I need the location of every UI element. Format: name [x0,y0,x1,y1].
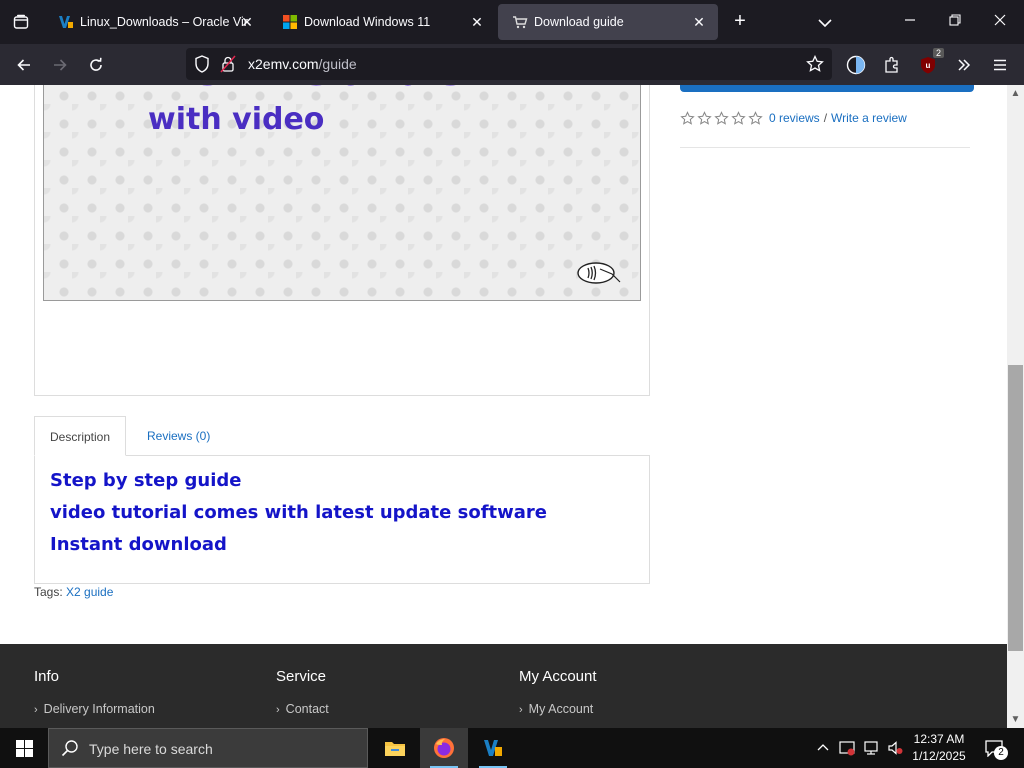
footer-heading: Service [276,668,327,685]
image-title-line1: New Guide [144,85,468,98]
tab-reviews[interactable]: Reviews (0) [132,416,225,456]
tab-download-guide[interactable]: Download guide ✕ [498,4,718,40]
notifications-icon[interactable]: 2 [980,728,1008,768]
bookmark-star-icon[interactable] [806,54,824,78]
product-image-frame: New Guide with video [34,85,650,396]
chevron-down-icon[interactable] [814,12,836,34]
tab-list-icon[interactable] [0,0,42,44]
star-empty-icon [697,110,712,125]
tab-description[interactable]: Description [34,416,127,456]
description-line: Instant download [50,534,227,555]
chevron-right-icon: › [276,704,280,716]
windows-logo-icon [282,14,298,30]
write-review-link[interactable]: Write a review [831,111,907,125]
search-placeholder: Type here to search [89,741,213,757]
virtualbox-taskbar-icon[interactable] [469,728,517,768]
search-icon [61,739,79,762]
tags-label: Tags: [34,585,63,599]
footer-column-account: My Account › My Account [519,668,597,716]
image-title-line2: with video [148,102,325,137]
add-to-cart-button[interactable] [680,85,974,92]
footer-link-contact[interactable]: › Contact [276,702,329,716]
star-empty-icon [714,110,729,125]
clock-date: 1/12/2025 [912,749,966,763]
volume-muted-icon[interactable] [884,728,906,768]
system-clock[interactable]: 12:37 AM 1/12/2025 [906,731,972,765]
back-arrow-icon[interactable] [11,52,37,78]
ublock-origin-icon[interactable]: u 2 [915,48,944,78]
footer-column-service: Service › Contact [276,668,329,716]
star-empty-icon [731,110,746,125]
star-empty-icon [680,110,695,125]
scroll-down-arrow-icon[interactable]: ▼ [1007,711,1024,728]
product-image[interactable]: New Guide with video [43,85,641,301]
firefox-icon[interactable] [420,728,468,768]
browser-tab-bar: Linux_Downloads – Oracle Virtu ✕ Downloa… [0,0,1024,44]
browser-nav-bar: x2emv.com/guide u 2 [0,44,1024,85]
scroll-up-arrow-icon[interactable]: ▲ [1007,85,1024,102]
footer-heading: Info [34,668,60,685]
tracking-protection-shield-icon[interactable] [194,55,210,78]
lock-insecure-icon[interactable] [220,55,236,78]
rating-row: 0 reviews / Write a review [680,110,907,126]
file-explorer-icon[interactable] [371,728,419,768]
close-tab-icon[interactable]: ✕ [468,13,486,31]
minimize-window-icon[interactable] [896,8,924,36]
description-line: video tutorial comes with latest update … [50,502,548,523]
forward-arrow-icon[interactable] [47,52,73,78]
taskbar-search-box[interactable]: Type here to search [48,728,368,768]
footer-link-my-account[interactable]: › My Account [519,702,597,716]
tab-linux-downloads[interactable]: Linux_Downloads – Oracle Virtu ✕ [44,4,266,40]
tags-row: Tags: X2 guide [34,585,113,599]
cart-icon [512,14,528,30]
dark-reader-extension-icon[interactable] [843,52,869,78]
description-panel: Step by step guide video tutorial comes … [34,455,650,584]
page-scrollbar[interactable]: ▲ ▼ [1007,85,1024,728]
close-window-icon[interactable] [986,8,1014,36]
footer-link-delivery[interactable]: › Delivery Information [34,702,155,716]
close-tab-icon[interactable]: ✕ [238,13,256,31]
page-content: New Guide with video 0 reviews / Write a… [0,85,1007,728]
more-tools-chevron-icon[interactable] [951,52,977,78]
extension-badge: 2 [932,48,944,58]
show-hidden-icons-chevron-icon[interactable] [812,728,834,768]
separator: / [823,111,828,125]
chevron-right-icon: › [34,704,38,716]
windows-taskbar: Type here to search 12:37 AM 1/12/2025 2 [0,728,1024,768]
scrollbar-thumb[interactable] [1008,365,1023,651]
restore-window-icon[interactable] [941,8,969,36]
description-line: Step by step guide [50,470,242,491]
reload-icon[interactable] [83,52,109,78]
reviews-count-link[interactable]: 0 reviews [769,111,820,125]
virtualbox-icon [58,14,74,30]
tag-link[interactable]: X2 guide [66,585,113,599]
notification-count-badge: 2 [994,746,1008,760]
clock-time: 12:37 AM [913,732,965,746]
extensions-puzzle-icon[interactable] [879,52,905,78]
url-text[interactable]: x2emv.com/guide [248,56,357,72]
hamburger-menu-icon[interactable] [987,52,1013,78]
product-tabs: Description Reviews (0) [34,416,650,456]
tab-download-windows[interactable]: Download Windows 11 ✕ [268,4,496,40]
address-bar[interactable]: x2emv.com/guide [186,48,832,80]
chevron-right-icon: › [519,704,523,716]
windows-start-icon[interactable] [0,728,48,768]
close-tab-icon[interactable]: ✕ [690,13,708,31]
network-icon[interactable] [860,728,882,768]
site-footer: Info › Delivery Information Service › Cont… [0,644,1007,728]
footer-heading: My Account [519,668,597,685]
svg-text:u: u [926,61,931,70]
divider [680,147,970,148]
new-tab-button[interactable]: + [728,10,752,34]
footer-column-info: Info › Delivery Information [34,668,155,716]
contactless-card-icon [577,262,621,284]
security-tray-icon[interactable] [836,728,858,768]
star-empty-icon [748,110,763,125]
